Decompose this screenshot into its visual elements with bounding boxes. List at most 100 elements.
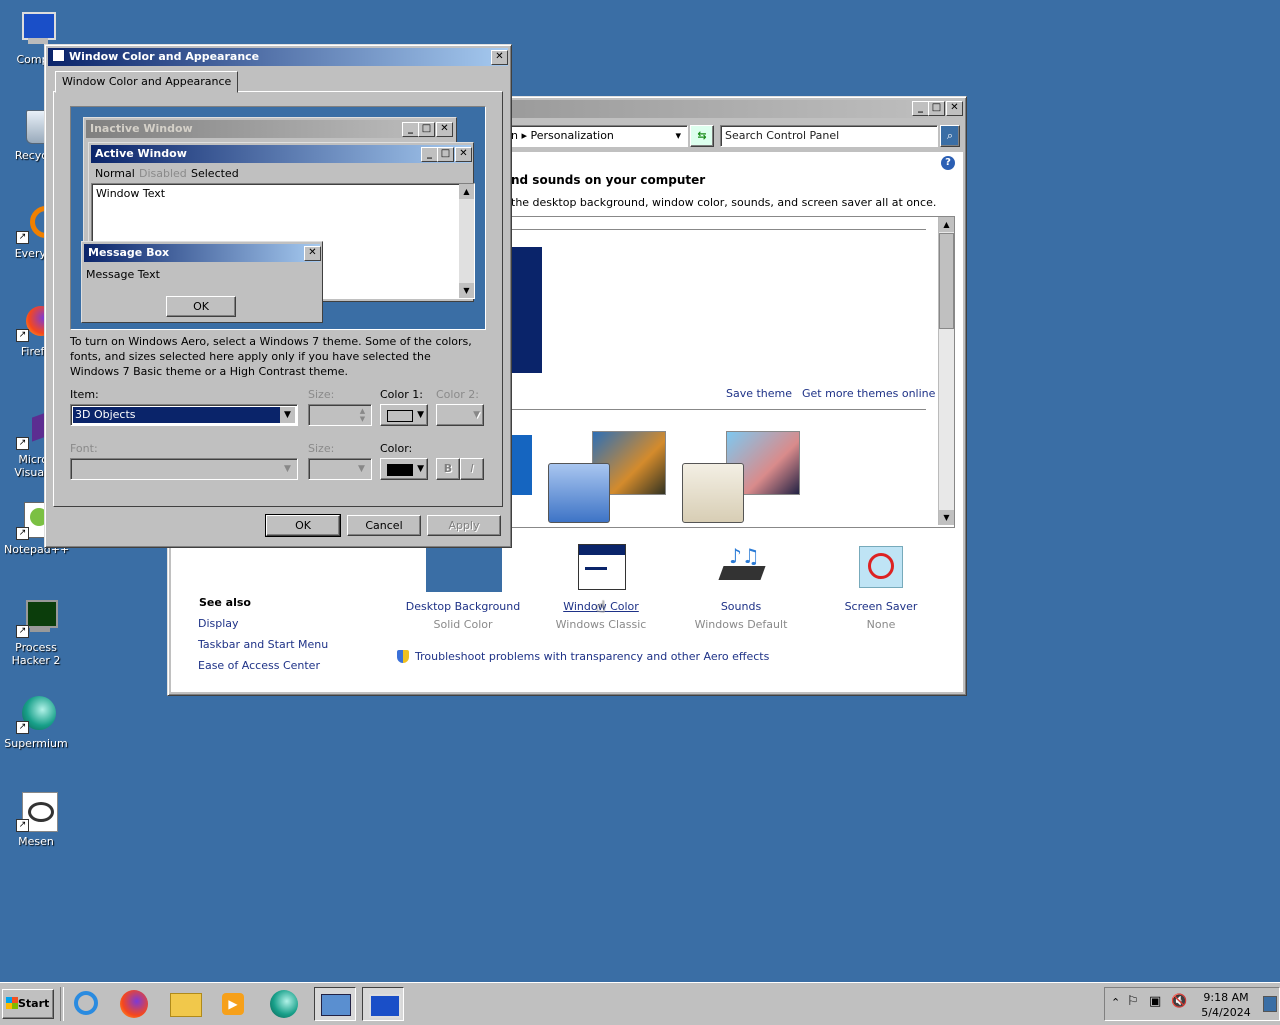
themes-scrollbar[interactable]: ▲ ▼ [938, 217, 954, 525]
supermium-icon: ↗ [16, 694, 56, 734]
show-hidden-icons-icon[interactable]: ⌃ [1111, 996, 1120, 1009]
window-color-icon[interactable] [578, 544, 626, 590]
chevron-down-icon: ▼ [284, 464, 291, 474]
troubleshoot-link[interactable]: Troubleshoot problems with transparency … [415, 650, 769, 663]
preview-inactive-title: Inactive Window [86, 120, 454, 138]
page-heading: nd sounds on your computer [511, 173, 706, 187]
scroll-down-icon: ▼ [459, 283, 474, 298]
folder-icon [170, 993, 202, 1017]
see-also-taskbar-link[interactable]: Taskbar and Start Menu [198, 638, 328, 651]
window-color-dialog: Window Color and Appearance ✕ Window Col… [44, 44, 512, 548]
minimize-button[interactable]: _ [912, 101, 929, 116]
preview-msgbox-text: Message Text [86, 268, 160, 281]
breadcrumb-personalization[interactable]: Personalization [531, 129, 614, 142]
chevron-down-icon[interactable]: ▾ [675, 129, 681, 142]
dialog-title-bar: Window Color and Appearance [48, 48, 508, 66]
show-desktop-icon[interactable] [1263, 996, 1277, 1012]
desktop-background-item[interactable]: Desktop Background Solid Color [395, 600, 531, 631]
see-also-ease-of-access-link[interactable]: Ease of Access Center [198, 659, 320, 672]
scroll-up-icon[interactable]: ▲ [939, 217, 954, 232]
aero-info-text: To turn on Windows Aero, select a Window… [70, 335, 472, 378]
desktop-icon-supermium[interactable]: ↗ Supermium [4, 694, 68, 750]
address-bar[interactable]: n ▸ Personalization ▾ [506, 125, 688, 147]
stepper-arrows-icon: ▲ ▼ [359, 407, 366, 423]
scroll-thumb[interactable] [939, 233, 954, 329]
preview-close-icon: ✕ [436, 122, 453, 137]
search-input[interactable]: Search Control Panel [720, 125, 938, 147]
font-color-button[interactable]: ▼ [380, 458, 428, 480]
volume-muted-icon[interactable]: 🔇 [1171, 994, 1187, 1009]
theme-thumbnail-classic[interactable] [512, 247, 542, 373]
preview-close-icon: ✕ [455, 147, 472, 162]
theme-thumbnail-basic[interactable] [512, 435, 532, 495]
help-icon[interactable]: ? [941, 156, 955, 170]
font-size-select[interactable]: ▼ [308, 458, 372, 480]
taskbar-media-player-button[interactable]: ▶ [212, 987, 254, 1021]
desktop-background-icon[interactable] [426, 544, 502, 592]
item-label: Item: [70, 388, 99, 401]
scroll-down-icon[interactable]: ▼ [939, 510, 954, 525]
taskbar-personalization-button[interactable] [362, 987, 404, 1021]
themes-list[interactable]: Save theme Get more themes online ▲ ▼ [511, 216, 955, 528]
save-theme-link[interactable]: Save theme [726, 387, 792, 400]
bold-button[interactable]: B [436, 458, 460, 480]
item-select[interactable]: 3D Objects ▼ [70, 404, 298, 426]
control-panel-icon [321, 994, 351, 1016]
start-button[interactable]: Start [2, 989, 54, 1019]
color1-button[interactable]: ▼ [380, 404, 428, 426]
preview-menu-selected: Selected [191, 167, 239, 180]
preview-window-text: Window Text [96, 187, 166, 200]
taskbar-control-panel-button[interactable] [314, 987, 356, 1021]
desktop-icon-process-hacker[interactable]: ↗ Process Hacker 2 [4, 598, 68, 667]
windows-logo-icon [6, 997, 18, 1009]
chevron-down-icon: ▼ [473, 410, 480, 420]
see-also-heading: See also [199, 596, 251, 609]
network-icon[interactable]: ▣ [1149, 994, 1161, 1009]
taskbar-supermium-button[interactable] [264, 987, 306, 1021]
sounds-item[interactable]: Sounds Windows Default [673, 600, 809, 631]
dialog-title: Window Color and Appearance [69, 50, 260, 63]
see-also-display-link[interactable]: Display [198, 617, 239, 630]
clock[interactable]: 9:18 AM 5/4/2024 [1195, 990, 1257, 1020]
preview-msgbox-title: Message Box [84, 244, 320, 262]
font-select[interactable]: ▼ [70, 458, 298, 480]
ok-button[interactable]: OK [265, 514, 341, 537]
preview-close-icon: ✕ [304, 246, 321, 261]
refresh-button[interactable]: ⇆ [690, 125, 714, 147]
chevron-down-icon[interactable]: ▼ [280, 407, 295, 423]
color2-button[interactable]: ▼ [436, 404, 484, 426]
screen-saver-icon[interactable] [859, 546, 903, 588]
shortcut-arrow-icon: ↗ [16, 437, 29, 450]
size-stepper: ▲ ▼ [308, 404, 372, 426]
font-size-label: Size: [308, 442, 335, 455]
sounds-icon[interactable]: ♪♫ [718, 544, 767, 588]
action-center-flag-icon[interactable]: ⚐ [1127, 994, 1139, 1009]
theme-glass-tile [548, 463, 610, 523]
preview-menu-normal: Normal [95, 167, 135, 180]
shortcut-arrow-icon: ↗ [16, 721, 29, 734]
taskbar-ie-button[interactable] [66, 987, 108, 1021]
clock-time: 9:18 AM [1203, 991, 1249, 1004]
font-label: Font: [70, 442, 98, 455]
preview-area: Inactive Window _ □ ✕ Active Window _ □ … [70, 106, 486, 330]
taskbar: Start ▶ ⌃ ⚐ ▣ 🔇 9:18 AM 5/4/2024 [0, 982, 1280, 1025]
maximize-button[interactable]: □ [928, 101, 945, 116]
get-more-themes-link[interactable]: Get more themes online [802, 387, 935, 400]
desktop-icon-label: Process Hacker 2 [11, 641, 61, 667]
search-button[interactable]: ⌕ [940, 125, 960, 147]
font-color-swatch [387, 464, 413, 476]
screen-saver-item[interactable]: Screen Saver None [813, 600, 949, 631]
desktop-icon-mesen[interactable]: ↗ Mesen [4, 792, 68, 848]
cancel-button[interactable]: Cancel [347, 515, 421, 536]
italic-button[interactable]: I [460, 458, 484, 480]
preview-menu-disabled: Disabled [139, 167, 187, 180]
taskbar-explorer-button[interactable] [164, 987, 206, 1021]
tab-window-color[interactable]: Window Color and Appearance [55, 71, 239, 93]
dialog-close-button[interactable]: ✕ [491, 50, 508, 65]
taskbar-firefox-button[interactable] [114, 987, 156, 1021]
scroll-up-icon: ▲ [459, 184, 474, 199]
clock-date: 5/4/2024 [1201, 1006, 1251, 1019]
apply-button[interactable]: Apply [427, 515, 501, 536]
firefox-icon [120, 990, 148, 1018]
close-button[interactable]: ✕ [946, 101, 963, 116]
